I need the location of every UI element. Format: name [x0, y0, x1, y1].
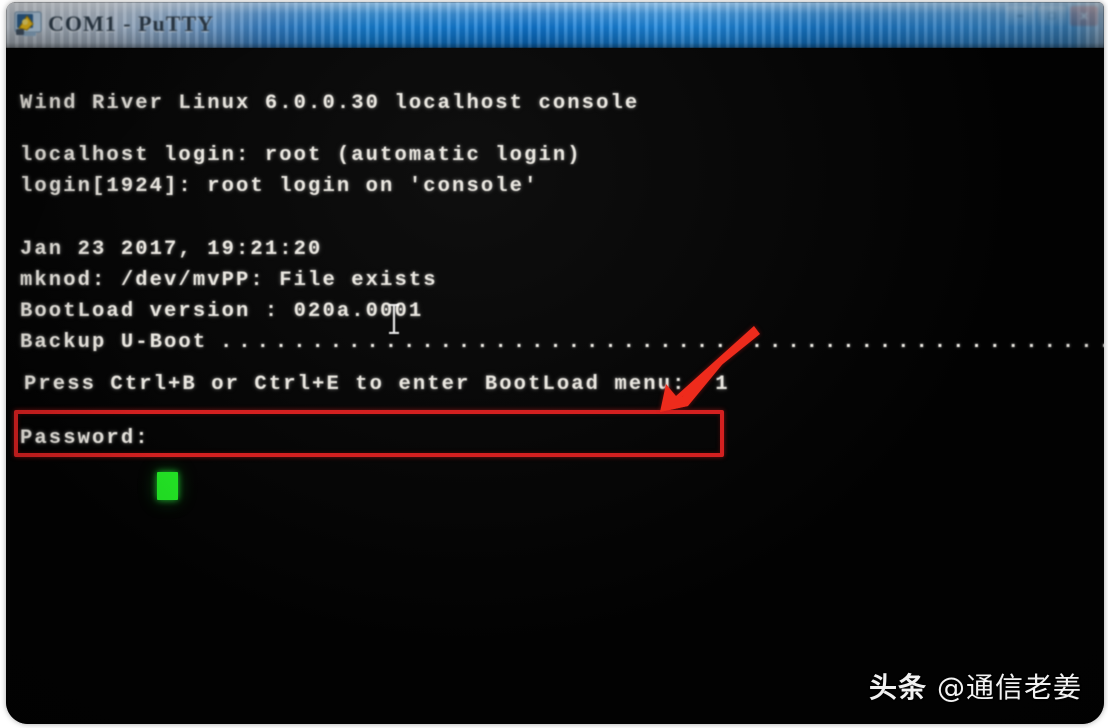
putty-icon — [14, 11, 42, 36]
minimize-button[interactable]: – — [1006, 6, 1034, 26]
watermark: 头条 @通信老姜 — [869, 666, 1082, 706]
window-title: COM1 - PuTTY — [48, 11, 214, 36]
terminal-line-banner: Wind River Linux 6.0.0.30 localhost cons… — [20, 92, 640, 115]
terminal-line-mknod-error: mknod: /dev/mvPP: File exists — [20, 269, 438, 292]
terminal-line-bootload-menu-prompt: Press Ctrl+B or Ctrl+E to enter BootLoad… — [24, 373, 730, 396]
close-button[interactable]: ✕ — [1070, 6, 1098, 26]
watermark-brand: 头条 — [868, 671, 927, 704]
terminal-line-bootload-version: BootLoad version : 020a.0001 — [20, 300, 424, 323]
window-controls[interactable]: – □ ✕ — [1006, 6, 1098, 26]
terminal-output-area[interactable]: Wind River Linux 6.0.0.30 localhost cons… — [6, 48, 1104, 724]
putty-terminal-window: COM1 - PuTTY – □ ✕ Wind River Linux 6.0.… — [6, 2, 1104, 724]
window-titlebar[interactable]: COM1 - PuTTY – □ ✕ — [6, 2, 1104, 48]
terminal-block-cursor — [157, 472, 178, 500]
maximize-button[interactable]: □ — [1038, 6, 1066, 26]
terminal-line-login-prompt: localhost login: root (automatic login) — [20, 144, 582, 167]
terminal-line-timestamp: Jan 23 2017, 19:21:20 — [20, 238, 323, 261]
backup-progress-dots: ........................................… — [220, 331, 1104, 354]
terminal-line-login-pid: login[1924]: root login on 'console' — [20, 175, 539, 198]
terminal-line-backup-uboot: Backup U-Boot — [20, 331, 208, 354]
terminal-line-password-prompt: Password: — [20, 427, 150, 450]
screenshot-root: COM1 - PuTTY – □ ✕ Wind River Linux 6.0.… — [0, 0, 1108, 728]
watermark-handle: @通信老姜 — [936, 671, 1082, 704]
